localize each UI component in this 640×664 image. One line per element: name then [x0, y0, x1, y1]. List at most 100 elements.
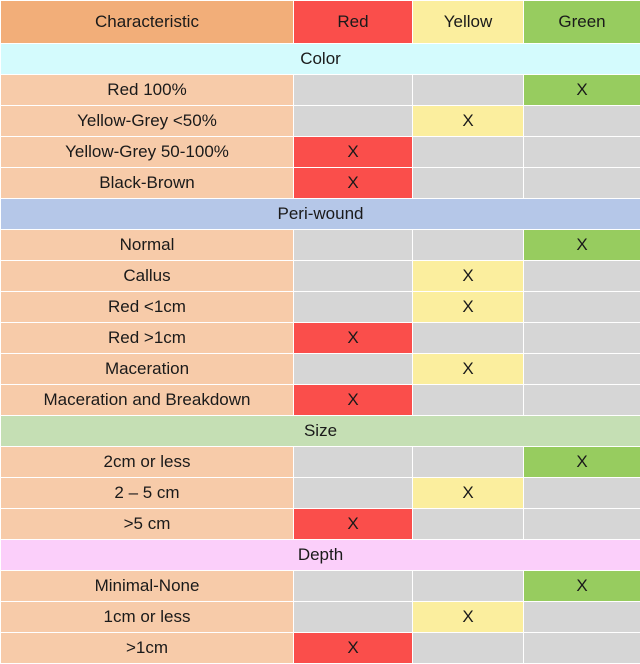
cell-yellow: X [413, 478, 524, 509]
cell-green [524, 478, 640, 509]
cell-green [524, 633, 640, 664]
cell-yellow [413, 168, 524, 199]
cell-red: X [294, 168, 413, 199]
row-label: Minimal-None [1, 571, 294, 602]
check-mark-yellow: X [462, 297, 473, 316]
cell-yellow: X [413, 106, 524, 137]
section-banner-row: Depth [1, 540, 640, 571]
check-mark-yellow: X [462, 266, 473, 285]
section-banner-row: Size [1, 416, 640, 447]
section-banner-row: Color [1, 44, 640, 75]
cell-red [294, 354, 413, 385]
cell-green [524, 137, 640, 168]
check-mark-red: X [347, 173, 358, 192]
table-row: Yellow-Grey 50-100% X [1, 137, 640, 168]
column-header-green: Green [524, 1, 640, 44]
cell-red [294, 106, 413, 137]
table-row: 2 – 5 cm X [1, 478, 640, 509]
row-label: Black-Brown [1, 168, 294, 199]
table-row: Red <1cm X [1, 292, 640, 323]
cell-green [524, 261, 640, 292]
row-label: >1cm [1, 633, 294, 664]
table-row: >1cm X [1, 633, 640, 664]
table-row: Red >1cm X [1, 323, 640, 354]
table-row: >5 cm X [1, 509, 640, 540]
cell-red: X [294, 385, 413, 416]
check-mark-green: X [576, 452, 587, 471]
check-mark-red: X [347, 638, 358, 657]
cell-green: X [524, 230, 640, 261]
section-title-size: Size [1, 416, 640, 447]
check-mark-green: X [576, 576, 587, 595]
cell-yellow [413, 137, 524, 168]
section-title-peri-wound: Peri-wound [1, 199, 640, 230]
cell-yellow: X [413, 292, 524, 323]
cell-yellow [413, 509, 524, 540]
table-row: Black-Brown X [1, 168, 640, 199]
section-banner-row: Peri-wound [1, 199, 640, 230]
cell-yellow [413, 75, 524, 106]
cell-red: X [294, 323, 413, 354]
table-row: Minimal-None X [1, 571, 640, 602]
cell-yellow [413, 230, 524, 261]
row-label: 1cm or less [1, 602, 294, 633]
row-label: Red 100% [1, 75, 294, 106]
cell-red [294, 75, 413, 106]
check-mark-green: X [576, 235, 587, 254]
cell-green [524, 385, 640, 416]
table-row: Normal X [1, 230, 640, 261]
cell-green [524, 168, 640, 199]
cell-red: X [294, 137, 413, 168]
column-header-characteristic: Characteristic [1, 1, 294, 44]
table-row: 1cm or less X [1, 602, 640, 633]
cell-red: X [294, 509, 413, 540]
cell-yellow: X [413, 354, 524, 385]
check-mark-red: X [347, 142, 358, 161]
section-title-color: Color [1, 44, 640, 75]
check-mark-yellow: X [462, 483, 473, 502]
table-body: CharacteristicRedYellowGreenColorRed 100… [1, 1, 640, 664]
column-header-yellow: Yellow [413, 1, 524, 44]
column-header-red: Red [294, 1, 413, 44]
cell-green [524, 354, 640, 385]
cell-yellow: X [413, 602, 524, 633]
row-label: Maceration and Breakdown [1, 385, 294, 416]
cell-green [524, 292, 640, 323]
table-row: Yellow-Grey <50% X [1, 106, 640, 137]
cell-red: X [294, 633, 413, 664]
cell-green: X [524, 571, 640, 602]
cell-red [294, 571, 413, 602]
cell-red [294, 230, 413, 261]
table-header-row: CharacteristicRedYellowGreen [1, 1, 640, 44]
wound-assessment-table: CharacteristicRedYellowGreenColorRed 100… [0, 0, 640, 664]
row-label: Normal [1, 230, 294, 261]
cell-red [294, 292, 413, 323]
table-row: Maceration and BreakdownX [1, 385, 640, 416]
table-row: 2cm or less X [1, 447, 640, 478]
row-label: >5 cm [1, 509, 294, 540]
row-label: Red >1cm [1, 323, 294, 354]
row-label: Red <1cm [1, 292, 294, 323]
cell-green [524, 106, 640, 137]
check-mark-yellow: X [462, 111, 473, 130]
row-label: 2 – 5 cm [1, 478, 294, 509]
cell-yellow: X [413, 261, 524, 292]
row-label: Yellow-Grey 50-100% [1, 137, 294, 168]
row-label: Yellow-Grey <50% [1, 106, 294, 137]
cell-yellow [413, 385, 524, 416]
table-row: Callus X [1, 261, 640, 292]
check-mark-red: X [347, 328, 358, 347]
row-label: 2cm or less [1, 447, 294, 478]
row-label: Maceration [1, 354, 294, 385]
section-title-depth: Depth [1, 540, 640, 571]
cell-green [524, 602, 640, 633]
cell-yellow [413, 571, 524, 602]
cell-red [294, 447, 413, 478]
cell-green: X [524, 75, 640, 106]
row-label: Callus [1, 261, 294, 292]
check-mark-green: X [576, 80, 587, 99]
check-mark-red: X [347, 514, 358, 533]
table-row: Maceration X [1, 354, 640, 385]
table-row: Red 100% X [1, 75, 640, 106]
cell-yellow [413, 323, 524, 354]
